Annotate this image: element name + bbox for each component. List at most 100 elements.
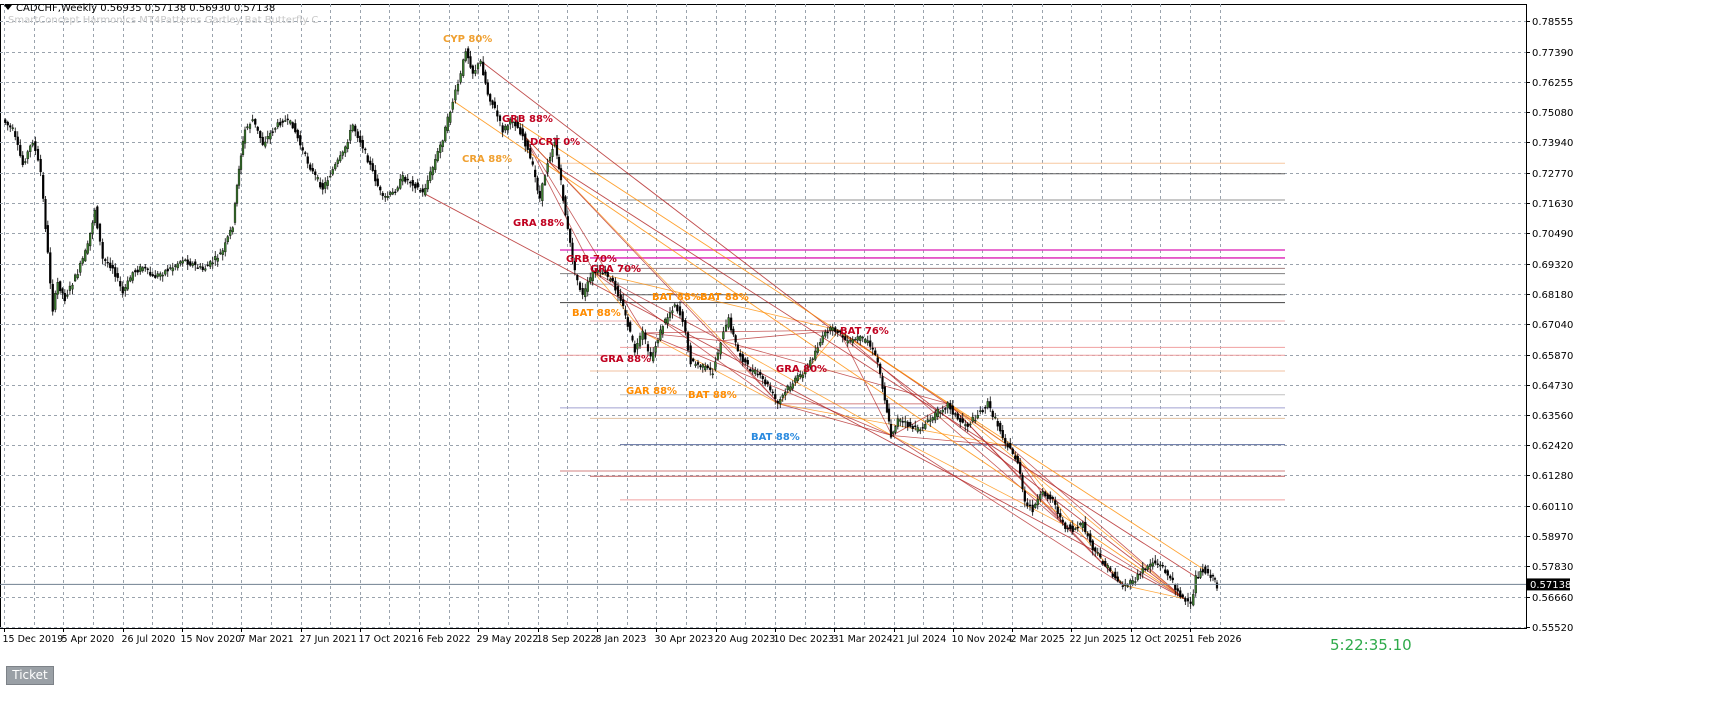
candle-body — [706, 365, 709, 369]
candle-body — [666, 317, 669, 324]
candle-body — [394, 191, 397, 194]
candle-body — [879, 363, 882, 374]
candle-body — [531, 161, 534, 165]
candle-body — [1111, 573, 1114, 577]
candle-body — [1149, 563, 1152, 568]
candle-body — [821, 335, 824, 343]
candle-body — [254, 118, 257, 125]
candle-body — [885, 400, 889, 413]
candle-body — [1176, 588, 1179, 592]
y-tick-label: 0.55520 — [1532, 623, 1573, 634]
candle-body — [1019, 461, 1022, 474]
candle-body — [1009, 443, 1012, 449]
candle-body — [864, 338, 867, 343]
candle-body — [1161, 565, 1164, 567]
candle-body — [44, 199, 47, 230]
candle-body — [159, 273, 162, 277]
candle-body — [91, 222, 94, 234]
candle-body — [684, 320, 687, 332]
pattern-label: BAT 88% — [572, 308, 621, 319]
candle-body — [56, 282, 59, 295]
candle-body — [284, 120, 287, 122]
x-tick-label: 18 Sep 2022 — [537, 634, 597, 645]
candle-body — [1086, 533, 1089, 536]
candle-body — [151, 274, 154, 277]
candle-body — [111, 264, 114, 269]
candle-body — [741, 354, 744, 363]
candle-body — [1139, 573, 1142, 575]
chevron-down-icon[interactable] — [4, 5, 12, 10]
candle-body — [42, 174, 45, 199]
candle-body — [1066, 527, 1069, 530]
candle-body — [652, 352, 655, 362]
candle-body — [1023, 490, 1026, 502]
candle-body — [306, 156, 309, 164]
x-tick-label: 7 Mar 2021 — [240, 634, 294, 645]
candle-body — [49, 252, 52, 284]
x-tick-label: 12 Oct 2025 — [1130, 634, 1189, 645]
candle-body — [1181, 594, 1184, 598]
candle-body — [589, 277, 592, 283]
candle-body — [24, 161, 27, 163]
candle-body — [991, 410, 994, 418]
candle-body — [534, 169, 537, 178]
candle-body — [186, 259, 189, 265]
y-tick-label: 0.77390 — [1532, 48, 1573, 59]
y-tick-label: 0.60110 — [1532, 502, 1573, 513]
candle-body — [471, 65, 474, 74]
candle-body — [851, 339, 854, 344]
candle-body — [754, 369, 757, 374]
candle-body — [986, 401, 989, 408]
candle-body — [869, 340, 872, 347]
plot-area[interactable] — [0, 4, 1527, 629]
candle-body — [456, 83, 460, 92]
candle-body — [381, 192, 384, 196]
candle-body — [946, 402, 949, 409]
candle-body — [131, 272, 134, 281]
candle-body — [251, 119, 254, 122]
x-tick-label: 10 Nov 2024 — [952, 634, 1013, 645]
symbol-header: CADCHF,Weekly 0.56935 0.57138 0.56930 0.… — [4, 3, 275, 14]
candle-body — [1151, 562, 1154, 567]
candle-body — [444, 126, 447, 142]
candle-body — [736, 344, 739, 352]
symbol-ohlc-text: CADCHF,Weekly 0.56935 0.57138 0.56930 0.… — [16, 3, 276, 14]
candle-body — [781, 394, 784, 398]
candle-body — [619, 294, 622, 301]
x-tick-label: 21 Jul 2024 — [893, 634, 947, 645]
pattern-label: GAR 88% — [626, 386, 677, 397]
candle-body — [694, 363, 697, 366]
candle-body — [1114, 571, 1117, 579]
candle-body — [996, 421, 999, 427]
candle-body — [106, 261, 109, 264]
candle-body — [1096, 552, 1099, 554]
candle-body — [401, 175, 404, 182]
chart-canvas[interactable]: 0.78555 0.77390 0.76255 0.75080 0.73940 0.727… — [0, 0, 1711, 707]
candle-body — [759, 372, 762, 376]
candle-body — [929, 419, 932, 422]
candle-body — [1174, 584, 1177, 590]
x-tick-label: 15 Dec 2019 — [3, 634, 64, 645]
candle-body — [486, 82, 489, 95]
candle-body — [324, 182, 327, 189]
candle-body — [559, 168, 563, 181]
candle-body — [1159, 564, 1162, 567]
pattern-label: GRB 88% — [502, 114, 553, 125]
candle-body — [1169, 575, 1172, 579]
candle-body — [714, 361, 717, 370]
candle-body — [676, 304, 679, 312]
candle-body — [19, 144, 22, 156]
candle-body — [356, 131, 359, 139]
candle-body — [196, 267, 199, 269]
ticket-button[interactable]: Ticket — [6, 666, 54, 685]
candle-body — [34, 141, 37, 151]
price-chart[interactable]: 0.78555 0.77390 0.76255 0.75080 0.73940 0.727… — [0, 0, 1711, 707]
candle-body — [819, 342, 822, 346]
candle-body — [831, 327, 834, 331]
candle-body — [984, 407, 987, 409]
candle-body — [1059, 513, 1062, 518]
y-tick-label: 0.62420 — [1532, 441, 1573, 452]
candle-body — [391, 191, 394, 195]
candle-body — [1054, 500, 1057, 505]
candle-body — [896, 418, 899, 427]
